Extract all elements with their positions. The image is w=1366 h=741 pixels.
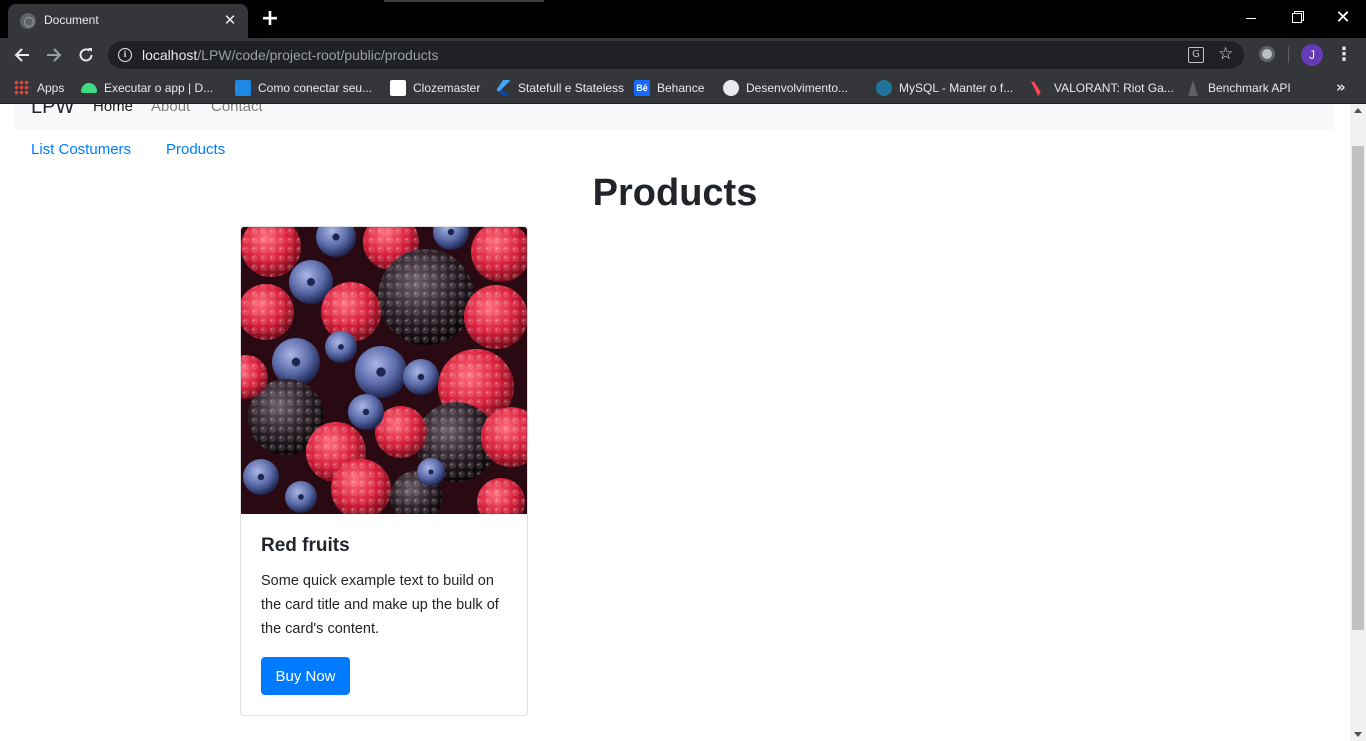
globe-icon xyxy=(20,13,36,29)
bookmark-label: Clozemaster xyxy=(413,81,481,95)
list-customers-link[interactable]: List Costumers xyxy=(31,141,131,158)
bookmark-label: Benchmark API xyxy=(1208,81,1291,95)
bookmark-label: Apps xyxy=(37,81,65,95)
clozemaster-icon xyxy=(390,80,406,96)
flutter-icon xyxy=(496,80,511,96)
close-window-button[interactable]: ✕ xyxy=(1328,6,1358,30)
product-description: Some quick example text to build on the … xyxy=(261,573,499,637)
bookmark-apps[interactable]: Apps xyxy=(14,78,64,98)
card-body: Red fruits Some quick example text to bu… xyxy=(261,535,509,695)
bookmark-executar-app[interactable]: Executar o app | D... xyxy=(81,78,213,98)
tab-loading-indicator xyxy=(384,0,544,2)
behance-icon: Bē xyxy=(634,80,650,96)
bookmark-mysql[interactable]: MySQL - Manter o f... xyxy=(876,78,1013,98)
toolbar-divider xyxy=(1288,47,1289,63)
bookmark-behance[interactable]: Bē Behance xyxy=(634,78,704,98)
product-card: Red fruits Some quick example text to bu… xyxy=(240,226,528,716)
minimize-icon xyxy=(1246,17,1256,19)
reload-icon xyxy=(79,48,93,62)
bookmark-label: Statefull e Stateless xyxy=(518,81,625,95)
restore-icon xyxy=(1292,13,1302,23)
arrow-left-icon xyxy=(14,48,29,62)
url-text: localhost/LPW/code/project-root/public/p… xyxy=(142,47,439,63)
bookmark-label: MySQL - Manter o f... xyxy=(899,81,1014,95)
bookmark-desenvolvimento[interactable]: Desenvolvimento... xyxy=(723,78,848,98)
bookmark-valorant[interactable]: VALORANT: Riot Ga... xyxy=(1031,78,1174,98)
restore-window-button[interactable] xyxy=(1282,6,1312,30)
reload-button[interactable] xyxy=(72,41,100,69)
product-title: Red fruits xyxy=(261,535,350,556)
site-info-icon[interactable]: i xyxy=(118,48,132,62)
more-bookmarks-icon[interactable]: » xyxy=(1336,78,1346,96)
bookmark-label: Desenvolvimento... xyxy=(746,81,849,95)
tab-title: Document xyxy=(44,13,99,27)
nav-link-contact[interactable]: Contact xyxy=(211,104,263,115)
browser-menu-icon[interactable]: ⋮ xyxy=(1334,42,1354,68)
bookmark-label: VALORANT: Riot Ga... xyxy=(1054,81,1174,95)
scroll-up-arrow-icon[interactable] xyxy=(1354,108,1362,113)
scroll-down-arrow-icon[interactable] xyxy=(1354,732,1362,737)
forward-button[interactable] xyxy=(40,41,68,69)
browser-tab[interactable]: Document ✕ xyxy=(8,4,248,38)
bookmark-benchmark[interactable]: Benchmark API xyxy=(1185,78,1291,98)
navbar-brand[interactable]: LPW xyxy=(31,104,74,119)
wordpress-icon xyxy=(876,80,892,96)
extension-icon[interactable] xyxy=(1259,46,1275,62)
back-button[interactable] xyxy=(8,41,36,69)
bookmark-label: Como conectar seu... xyxy=(258,81,373,95)
page-viewport: LPW Home About Contact List Costumers Pr… xyxy=(0,104,1350,741)
products-link[interactable]: Products xyxy=(166,141,225,158)
buy-now-button[interactable]: Buy Now xyxy=(261,657,350,695)
address-bar[interactable]: i localhost/LPW/code/project-root/public… xyxy=(108,41,1244,69)
bookmark-star-icon[interactable]: ☆ xyxy=(1218,44,1233,64)
translate-icon[interactable]: G xyxy=(1188,47,1204,63)
android-icon xyxy=(81,83,97,93)
bookmarks-bar: Apps Executar o app | D... Como conectar… xyxy=(0,72,1366,104)
arrow-right-icon xyxy=(47,48,62,62)
bookmark-clozemaster[interactable]: Clozemaster xyxy=(390,78,480,98)
close-tab-icon[interactable]: ✕ xyxy=(220,10,240,30)
browser-toolbar: i localhost/LPW/code/project-root/public… xyxy=(0,38,1366,72)
nav-link-about[interactable]: About xyxy=(151,104,190,115)
site-navbar: LPW Home About Contact xyxy=(15,104,1334,130)
benchmark-icon xyxy=(1188,80,1198,96)
bookmark-label: Executar o app | D... xyxy=(104,81,214,95)
product-image xyxy=(241,227,527,514)
bookmark-label: Behance xyxy=(657,81,705,95)
globe-icon xyxy=(723,80,739,96)
new-tab-button[interactable]: + xyxy=(258,7,282,31)
m-logo-icon xyxy=(235,80,251,96)
valorant-icon xyxy=(1031,81,1041,96)
apps-grid-icon xyxy=(14,80,30,96)
nav-link-home[interactable]: Home xyxy=(93,104,133,115)
bookmark-statefull[interactable]: Statefull e Stateless xyxy=(495,78,624,98)
profile-avatar[interactable]: J xyxy=(1301,44,1323,66)
page-scrollbar[interactable] xyxy=(1350,104,1366,741)
bookmark-como-conectar[interactable]: Como conectar seu... xyxy=(235,78,372,98)
minimize-window-button[interactable] xyxy=(1236,6,1266,30)
page-title: Products xyxy=(592,172,758,214)
browser-tab-strip: Document ✕ + ✕ xyxy=(0,0,1366,38)
scroll-thumb[interactable] xyxy=(1352,146,1364,630)
